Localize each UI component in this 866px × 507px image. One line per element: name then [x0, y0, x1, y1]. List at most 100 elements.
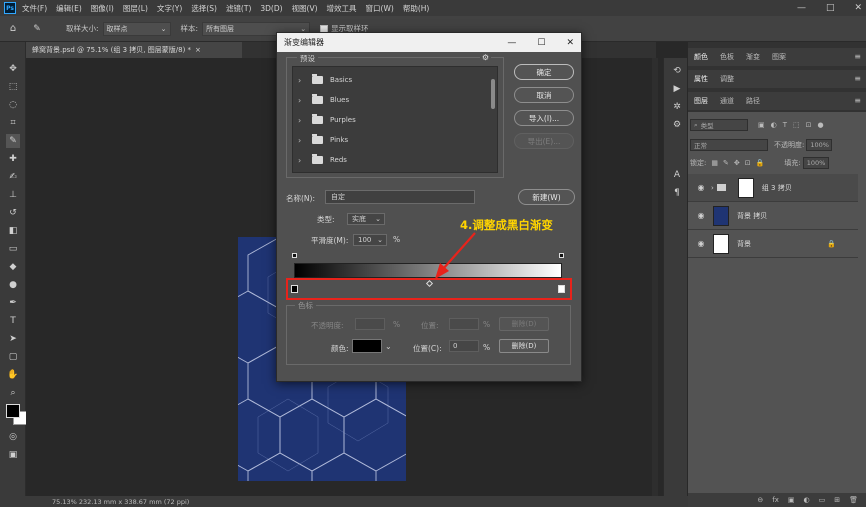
menu-view[interactable]: 视图(V) — [292, 3, 318, 14]
lock-pixels-icon[interactable]: ▦ — [711, 159, 718, 167]
gradient-tool-icon[interactable]: ▭ — [6, 242, 20, 256]
screen-mode-icon[interactable]: ▣ — [6, 448, 20, 462]
vertical-scrollbar[interactable] — [652, 58, 658, 496]
chevron-down-icon[interactable]: ⌄ — [385, 342, 392, 351]
visibility-eye-icon[interactable]: ◉ — [695, 211, 707, 220]
brush-tool-icon[interactable]: ✍ — [6, 170, 20, 184]
menu-file[interactable]: 文件(F) — [22, 3, 47, 14]
sample-size-select[interactable]: 取样点 ⌄ — [102, 21, 171, 36]
gear-icon[interactable]: ⚙ — [479, 53, 491, 62]
preset-folder-reds[interactable]: › Reds — [293, 151, 489, 169]
color-swatch[interactable] — [352, 339, 382, 353]
paragraph-icon[interactable]: ¶ — [671, 188, 683, 200]
layer-thumbnail[interactable] — [713, 205, 729, 226]
menu-filter[interactable]: 滤镜(T) — [226, 3, 251, 14]
zoom-tool-icon[interactable]: ⌕ — [6, 386, 20, 400]
menu-3d[interactable]: 3D(D) — [260, 4, 282, 13]
restore-icon[interactable]: □ — [826, 3, 835, 13]
fx-icon[interactable]: fx — [772, 496, 779, 504]
preset-folder-blues[interactable]: › Blues — [293, 91, 489, 109]
panel-menu-icon[interactable]: ≡ — [854, 52, 861, 61]
quick-mask-icon[interactable]: ◎ — [6, 430, 20, 444]
chevron-right-icon[interactable]: › — [298, 76, 306, 85]
mask-icon[interactable]: ▣ — [788, 496, 795, 504]
scroll-thumb[interactable] — [491, 79, 495, 109]
lock-move-icon[interactable]: ✥ — [734, 159, 740, 167]
pen-tool-icon[interactable]: ✒ — [6, 296, 20, 310]
color-location-field[interactable]: 0 — [449, 340, 479, 352]
stop-delete-button[interactable]: 删除(D) — [499, 317, 549, 331]
layer-row-background[interactable]: ◉ 背景 🔒 — [688, 230, 858, 258]
name-field[interactable]: 自定 — [325, 190, 475, 204]
adjust-icon[interactable]: ⚙ — [671, 120, 683, 132]
ok-button[interactable]: 确定 — [514, 64, 574, 80]
smoothness-field[interactable]: 100 ⌄ — [353, 234, 387, 246]
eraser-tool-icon[interactable]: ◧ — [6, 224, 20, 238]
menu-help[interactable]: 帮助(H) — [403, 3, 430, 14]
lock-paint-icon[interactable]: ✎ — [723, 159, 729, 167]
clone-stamp-tool-icon[interactable]: ⊥ — [6, 188, 20, 202]
filter-smart-icon[interactable]: ⊡ — [806, 121, 812, 129]
lasso-tool-icon[interactable]: ◌ — [6, 98, 20, 112]
close-tab-icon[interactable]: × — [195, 46, 201, 54]
tab-adjustments[interactable]: 调整 — [720, 74, 734, 84]
layer-filter-select[interactable]: ⌕ 类型 — [690, 119, 748, 131]
fill-field[interactable]: 100% — [802, 157, 829, 169]
tab-patterns[interactable]: 图案 — [772, 52, 786, 62]
blend-mode-select[interactable]: 正常 — [690, 139, 768, 151]
new-button[interactable]: 新建(W) — [518, 189, 575, 205]
filter-shape-icon[interactable]: ⬚ — [793, 121, 800, 129]
lock-artboard-icon[interactable]: ⊡ — [745, 159, 751, 167]
menu-plugins[interactable]: 增效工具 — [327, 3, 357, 14]
history-icon[interactable]: ⟲ — [671, 66, 683, 78]
document-tab[interactable]: 蜂窝背景.psd @ 75.1% (组 3 拷贝, 图层蒙版/8) * × — [26, 42, 242, 58]
visibility-eye-icon[interactable]: ◉ — [695, 239, 707, 248]
layer-row-background-copy[interactable]: ◉ 背景 拷贝 — [688, 202, 858, 230]
folder-icon[interactable]: ▭ — [819, 496, 826, 504]
menu-select[interactable]: 选择(S) — [191, 3, 217, 14]
tab-gradients[interactable]: 渐变 — [746, 52, 760, 62]
tab-properties[interactable]: 属性 — [694, 74, 708, 84]
link-icon[interactable]: ⊖ — [757, 496, 763, 504]
stop-location-field[interactable] — [449, 318, 479, 330]
minimize-icon[interactable]: — — [797, 3, 806, 13]
type-tool-icon[interactable]: T — [6, 314, 20, 328]
preset-folder-basics[interactable]: › Basics — [293, 71, 489, 89]
tab-swatches[interactable]: 色板 — [720, 52, 734, 62]
preset-scrollbar[interactable] — [490, 69, 496, 170]
panel-menu-icon[interactable]: ≡ — [854, 96, 861, 105]
menu-image[interactable]: 图像(I) — [91, 3, 114, 14]
menu-type[interactable]: 文字(Y) — [157, 3, 182, 14]
eyedropper-tool-icon[interactable]: ✎ — [6, 134, 20, 148]
hand-tool-icon[interactable]: ✋ — [6, 368, 20, 382]
play-icon[interactable]: ▶ — [671, 84, 683, 96]
preset-list[interactable]: › Basics › Blues › Purples › Pinks › Red… — [292, 66, 498, 173]
chevron-right-icon[interactable]: › — [298, 156, 306, 165]
menu-window[interactable]: 窗口(W) — [366, 3, 394, 14]
layer-row-group3-copy[interactable]: ◉ › 组 3 拷贝 — [688, 174, 858, 202]
color-delete-button[interactable]: 删除(D) — [499, 339, 549, 353]
dialog-titlebar[interactable]: 渐变编辑器 — ☐ ✕ — [277, 33, 581, 52]
opacity-stop-right[interactable] — [559, 253, 564, 258]
new-layer-icon[interactable]: ⊞ — [834, 496, 840, 504]
lock-all-icon[interactable]: 🔒 — [756, 159, 765, 167]
trash-icon[interactable]: 🗑 — [849, 496, 858, 504]
menu-layer[interactable]: 图层(L) — [123, 3, 148, 14]
eyedropper-tool-icon[interactable]: ✎ — [26, 24, 48, 34]
close-icon[interactable]: ✕ — [854, 3, 862, 13]
dodge-tool-icon[interactable]: ● — [6, 278, 20, 292]
chevron-right-icon[interactable]: › — [298, 96, 306, 105]
crop-tool-icon[interactable]: ⌗ — [6, 116, 20, 130]
tools-icon[interactable]: ✲ — [671, 102, 683, 114]
history-brush-tool-icon[interactable]: ↺ — [6, 206, 20, 220]
blur-tool-icon[interactable]: ◆ — [6, 260, 20, 274]
tab-paths[interactable]: 路径 — [746, 96, 760, 106]
gradient-preview-bar[interactable] — [294, 263, 562, 278]
adjustment-icon[interactable]: ◐ — [804, 496, 810, 504]
menu-edit[interactable]: 编辑(E) — [56, 3, 82, 14]
layer-thumbnail[interactable] — [713, 233, 729, 254]
healing-tool-icon[interactable]: ✚ — [6, 152, 20, 166]
home-icon[interactable]: ⌂ — [0, 23, 26, 34]
cancel-button[interactable]: 取消 — [514, 87, 574, 103]
chevron-right-icon[interactable]: › — [298, 116, 306, 125]
